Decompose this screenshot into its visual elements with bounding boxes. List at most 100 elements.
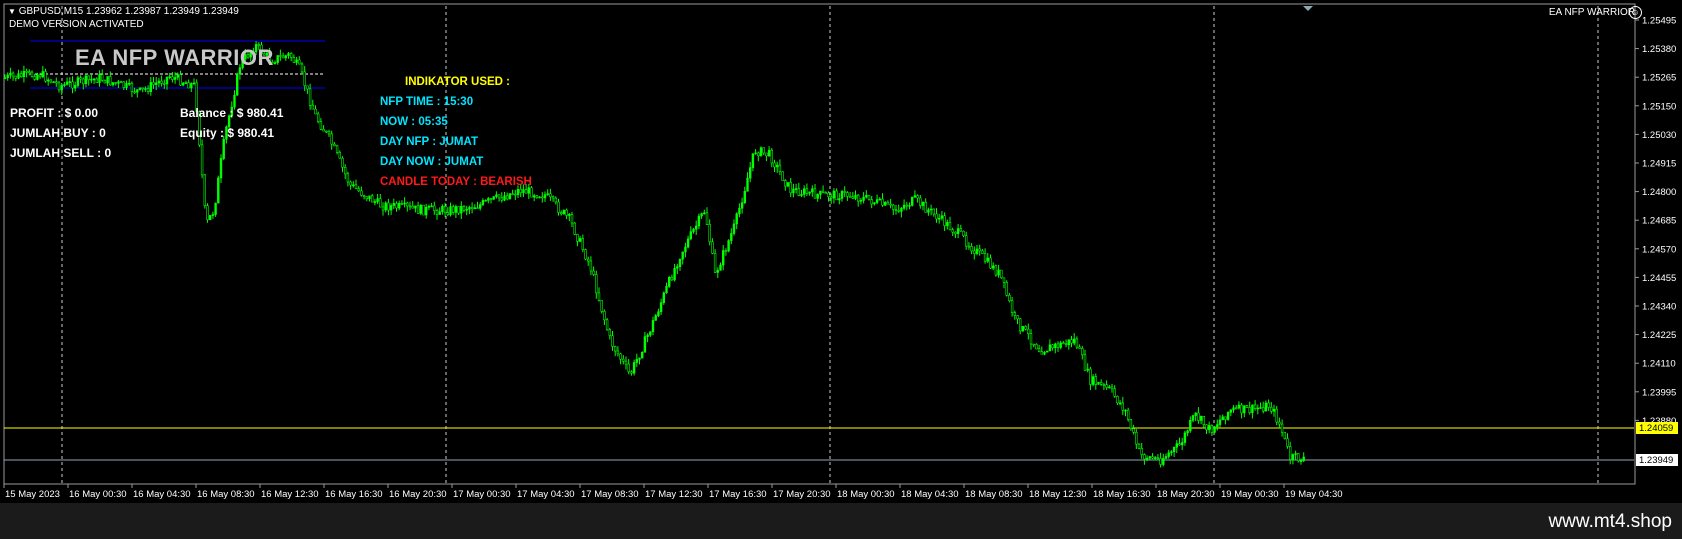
candle-body [214,202,217,215]
candle-body [1248,407,1251,413]
candle-body [354,184,358,189]
candle-today: CANDLE TODAY : BEARISH [380,176,532,188]
candle-body [800,194,803,196]
candle-body [902,204,906,209]
candle-body [503,195,506,201]
candle-body [646,334,649,337]
candle-body [1035,344,1038,350]
candle-body [1251,404,1254,414]
candle-body [927,209,930,213]
candle-body [1232,407,1235,411]
candle-body [14,75,17,79]
candle-body [684,246,687,253]
price-tick-label: 1.24570 [1642,244,1676,255]
candle-body [694,225,698,230]
candle-body [1108,386,1111,389]
symbol-line: GBPUSD,M15 1.23962 1.23987 1.23949 1.239… [18,6,239,17]
candle-body [640,351,644,359]
candle-body [1262,407,1265,412]
candle-body [708,224,711,243]
price-tick-label: 1.23995 [1642,387,1676,398]
candle-body [146,88,150,93]
symbol-info: ▼ GBPUSD,M15 1.23962 1.23987 1.23949 1.2… [8,6,239,17]
candle-body [951,229,954,233]
candle-body [74,85,77,89]
price-tick-label: 1.24915 [1642,159,1676,170]
candle-body [1016,315,1019,320]
candle-body [913,195,917,198]
candle-body [870,199,873,205]
candle-body [1043,351,1046,355]
candle-body [384,202,387,211]
candle-body [946,222,949,227]
candle-body [87,75,90,81]
candle-body [1081,348,1084,356]
candle-body [411,205,414,209]
candle-body [1159,458,1162,465]
time-tick-label: 18 May 12:30 [1029,489,1087,500]
chart-window[interactable]: 1.25495 1.25380 1.25265 1.25150 1.25030 1.249… [0,0,1682,503]
candle-body [1010,300,1014,314]
candle-body [314,108,317,115]
candle-body [1183,432,1187,443]
menu-triangle-icon[interactable]: ▼ [8,7,16,16]
candle-body [754,152,757,155]
candle-body [376,198,379,202]
candle-body [511,193,514,195]
candle-body [346,173,350,183]
candle-body [152,82,155,86]
candle-body [765,152,768,157]
candle-body [25,71,28,73]
candle-body [322,129,325,132]
candle-body [856,194,860,202]
candle-body [1097,381,1100,385]
smiley-icon[interactable]: ☺ [1629,6,1642,19]
candle-body [738,208,741,215]
candle-body [176,74,179,78]
candle-body [603,311,606,321]
candle-body [52,81,55,83]
candle-body [859,200,863,202]
candle-body [559,212,563,215]
time-tick-label: 18 May 00:30 [837,489,895,500]
candle-body [222,138,225,159]
candle-body [1289,446,1292,460]
candle-body [638,357,641,360]
candle-body [138,87,142,90]
candle-body [1226,411,1230,420]
candle-body [349,181,352,186]
candle-body [897,210,900,212]
candle-body [530,187,533,198]
candle-body [543,194,547,199]
candle-body [1178,443,1181,446]
candle-body [144,88,147,90]
candle-body [673,267,676,281]
candle-body [665,285,668,294]
candle-body [1059,342,1062,348]
candle-body [1089,368,1092,385]
candle-body [1029,333,1033,345]
candle-body [1073,338,1076,344]
candle-body [1105,384,1108,388]
candle-body [1021,325,1025,332]
candle-body [692,228,695,232]
candle-body [1113,388,1116,397]
candle-body [657,311,660,317]
candle-body [1197,412,1200,421]
candle-body [900,208,903,212]
candle-body [627,363,630,373]
candle-body [883,201,887,206]
candle-body [816,194,819,199]
price-chart[interactable]: 1.25495 1.25380 1.25265 1.25150 1.25030 1.249… [0,0,1682,503]
candle-body [311,104,314,110]
candle-body [1294,453,1297,455]
candle-body [1032,343,1035,346]
candle-body [643,336,647,353]
candle-body [1181,442,1184,446]
candle-body [435,210,439,215]
candle-body [163,83,166,85]
candle-body [55,81,58,84]
candle-body [11,72,15,77]
candle-body [924,202,927,213]
candle-body [209,215,212,220]
